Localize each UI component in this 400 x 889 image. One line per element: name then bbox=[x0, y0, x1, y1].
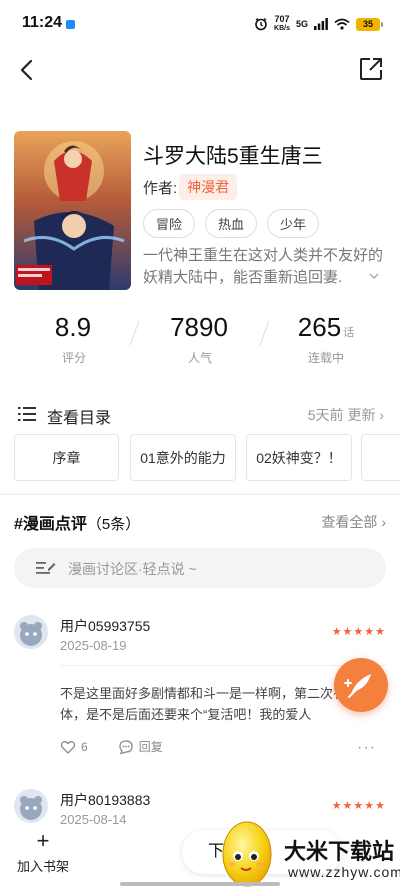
more-options-icon[interactable]: ··· bbox=[357, 739, 376, 757]
genre-tag[interactable]: 少年 bbox=[267, 209, 320, 238]
review-username[interactable]: 用户80193883 bbox=[60, 790, 150, 810]
status-time: 11:24 bbox=[22, 14, 63, 31]
stat-popularity: 7890 人气 bbox=[140, 312, 260, 366]
stat-unit: 话 bbox=[343, 327, 355, 339]
home-indicator bbox=[120, 882, 280, 886]
stat-episodes: 265 话 连载中 bbox=[266, 312, 386, 366]
stat-value: 8.9 bbox=[54, 312, 92, 342]
review-actions: 6 回复 bbox=[60, 738, 163, 755]
stat-rating: 8.9 评分 bbox=[14, 312, 134, 366]
discussion-placeholder: 漫画讨论区·轻点说 ~ bbox=[68, 561, 197, 577]
list-icon bbox=[18, 407, 36, 421]
net-speed: 707 KB/s bbox=[274, 15, 290, 33]
edit-lines-icon bbox=[36, 562, 56, 574]
catalog-update: 5天前 更新 › bbox=[307, 407, 384, 423]
signal-icon bbox=[314, 18, 328, 30]
review-username[interactable]: 用户05993755 bbox=[60, 616, 150, 636]
add-to-shelf-button[interactable]: + 加入书架 bbox=[12, 830, 74, 875]
stat-label: 人气 bbox=[187, 351, 212, 365]
like-count: 6 bbox=[81, 739, 88, 754]
chevron-down-icon[interactable] bbox=[368, 270, 380, 282]
net-speed-value: 707 bbox=[274, 14, 290, 24]
discussion-input[interactable]: 漫画讨论区·轻点说 ~ bbox=[14, 548, 386, 588]
quill-icon bbox=[344, 674, 371, 698]
share-icon[interactable] bbox=[358, 56, 384, 82]
status-indicators: 707 KB/s 5G 35 bbox=[254, 15, 383, 33]
section-divider bbox=[0, 493, 400, 495]
stat-value: 265 bbox=[297, 312, 342, 342]
book-title: 斗罗大陆5重生唐三 bbox=[143, 145, 323, 168]
network-type: 5G bbox=[295, 19, 308, 29]
avatar[interactable] bbox=[14, 615, 48, 649]
avatar[interactable] bbox=[14, 789, 48, 823]
star-rating: ★★★★★ bbox=[331, 800, 386, 812]
genre-tag[interactable]: 热血 bbox=[205, 209, 258, 238]
genre-tag[interactable]: 冒险 bbox=[143, 209, 196, 238]
watermark-url: www.zzhyw.com bbox=[288, 864, 400, 880]
catalog-label: 查看目录 bbox=[47, 410, 112, 427]
chapter-item[interactable] bbox=[361, 434, 400, 481]
notification-app-icon bbox=[66, 20, 75, 29]
author-name[interactable]: 神漫君 bbox=[179, 174, 238, 200]
write-review-button[interactable] bbox=[334, 658, 388, 712]
status-bar: 11:24 707 KB/s 5G 35 bbox=[0, 0, 400, 48]
battery-icon: 35 bbox=[356, 17, 383, 31]
book-description[interactable]: 一代神王重生在这对人类并不友好的妖精大陆中，能否重新追回妻. bbox=[143, 245, 388, 289]
author-row: 作者: 神漫君 bbox=[143, 174, 238, 200]
alarm-icon bbox=[255, 17, 267, 31]
chapter-item[interactable]: 序章 bbox=[14, 434, 119, 481]
watermark-name: 大米下载站 bbox=[284, 839, 395, 864]
review-date: 2025-08-19 bbox=[60, 638, 127, 653]
plus-icon: + bbox=[36, 828, 50, 853]
reviews-title-text: #漫画点评 bbox=[14, 516, 87, 533]
book-cover[interactable] bbox=[14, 131, 131, 290]
heart-icon[interactable] bbox=[60, 739, 76, 755]
egg-mascot-logo bbox=[222, 821, 272, 887]
star-rating: ★★★★★ bbox=[331, 626, 386, 638]
chapter-list: 序章 01意外的能力 02妖神变？！ bbox=[14, 434, 400, 481]
stat-label: 连载中 bbox=[307, 351, 344, 365]
chapter-item[interactable]: 01意外的能力 bbox=[130, 434, 236, 481]
reviews-count: （5条） bbox=[86, 516, 141, 533]
stat-label: 评分 bbox=[61, 351, 86, 365]
watermark: 大米下载站 www.zzhyw.com bbox=[218, 812, 400, 889]
catalog-row[interactable]: 查看目录 5天前 更新 › bbox=[18, 402, 384, 427]
stats-row: 8.9 评分 7890 人气 265 话 连载中 bbox=[0, 312, 400, 372]
genre-tags: 冒险 热血 少年 bbox=[143, 209, 320, 238]
author-label: 作者: bbox=[143, 179, 178, 197]
comment-icon bbox=[119, 739, 133, 754]
view-all-reviews-link[interactable]: 查看全部 › bbox=[321, 512, 386, 532]
review-date: 2025-08-14 bbox=[60, 812, 127, 827]
reply-label: 回复 bbox=[138, 740, 163, 754]
reply-button[interactable]: 回复 bbox=[118, 738, 163, 755]
reviews-title: #漫画点评（5条） bbox=[14, 510, 140, 534]
chapter-item[interactable]: 02妖神变？！ bbox=[246, 434, 352, 481]
stat-value: 7890 bbox=[170, 312, 228, 342]
add-to-shelf-label: 加入书架 bbox=[16, 859, 69, 874]
wifi-icon bbox=[334, 18, 350, 30]
back-arrow-icon[interactable] bbox=[14, 56, 42, 84]
net-speed-unit: KB/s bbox=[274, 25, 290, 32]
